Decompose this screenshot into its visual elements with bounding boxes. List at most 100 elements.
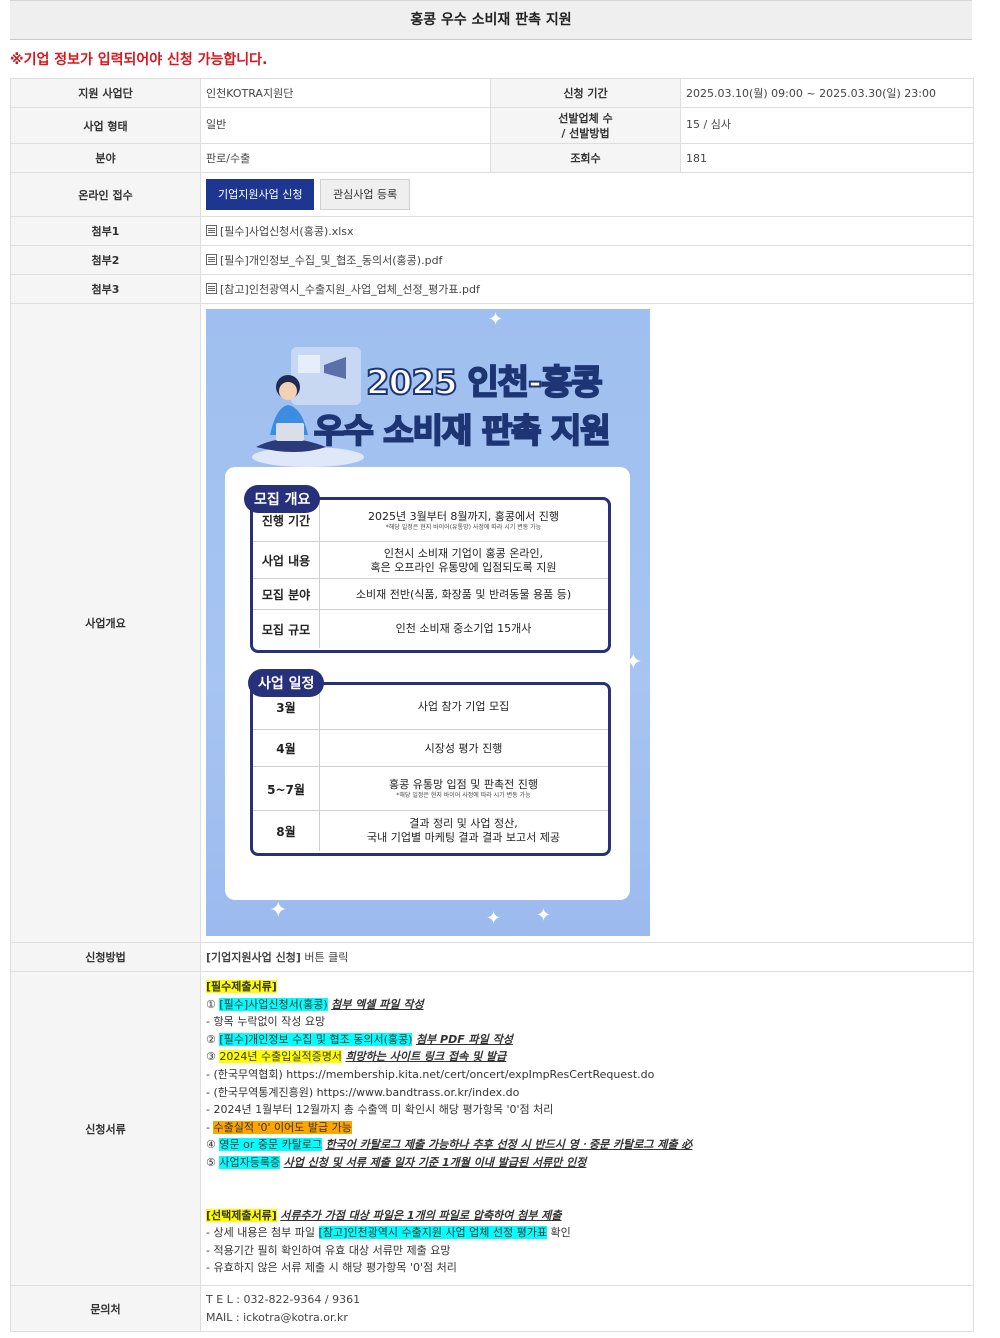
method-text: 버튼 클릭 xyxy=(300,951,349,964)
attachment2[interactable]: [필수]개인정보_수집_및_협조_동의서(홍콩).pdf xyxy=(200,245,974,275)
doc-highlight: 사업자등록증 xyxy=(219,1155,281,1169)
doc-suffix: 확인 xyxy=(547,1226,571,1240)
overview-cell: ✦ ✦ ✦ ✦ ✦ 2025 인천-홍콩 우수 소비재 판촉 지원 진행 기간 … xyxy=(200,303,974,943)
sparkle-icon: ✦ xyxy=(486,908,502,929)
schedule-text: 사업 참가 기업 모집 xyxy=(417,700,510,713)
schedule-note: *해당 일정은 현지 바이어 사정에 따라 시기 변동 가능 xyxy=(396,792,531,799)
schedule-row-label: 8월 xyxy=(253,811,320,851)
select-label-line1: 선발업체 수 xyxy=(558,111,613,125)
required-docs-title: [필수제출서류] xyxy=(206,980,277,993)
attachment3-link[interactable]: [참고]인천광역시_수출지원_사업_업체_선정_평가표.pdf xyxy=(220,283,480,296)
doc-num: ④ xyxy=(206,1138,220,1152)
recruit-content-line2: 혹은 오프라인 유통망에 입점되도록 지원 xyxy=(370,560,557,574)
doc-line: - (한국무역협회) https://membership.kita.net/c… xyxy=(206,1067,655,1081)
recruit-row-value: 인천 소비재 중소기업 15개사 xyxy=(319,610,608,648)
attachment1[interactable]: [필수]사업신청서(홍콩).xlsx xyxy=(200,216,974,246)
doc-highlight: 2024년 수출입실적증명서 xyxy=(219,1050,342,1064)
doc-emphasis: 사업 신청 및 서류 제출 일자 기준 1개월 이내 발급된 서류만 인정 xyxy=(283,1155,587,1169)
sparkle-icon: ✦ xyxy=(536,905,552,926)
attachment2-link[interactable]: [필수]개인정보_수집_및_협조_동의서(홍콩).pdf xyxy=(220,254,442,267)
interest-button[interactable]: 관심사업 등록 xyxy=(319,179,411,210)
recruit-field-text: 소비재 전반(식품, 화장품 및 반려동물 용품 등) xyxy=(355,587,572,601)
poster-card: 진행 기간 2025년 3월부터 8월까지, 홍콩에서 진행 *해당 일정은 현지… xyxy=(225,467,630,900)
doc-highlight: 수출실적 '0' 이어도 발급 가능 xyxy=(213,1120,352,1134)
views-label: 조회수 xyxy=(490,143,681,173)
org-value: 인천KOTRA지원단 xyxy=(200,78,491,108)
schedule-row: 4월 시장성 평가 진행 xyxy=(253,729,608,767)
select-value: 15 / 심사 xyxy=(680,107,974,144)
doc-emphasis: 희망하는 사이트 링크 접속 및 발급 xyxy=(345,1050,507,1064)
page-title: 홍콩 우수 소비재 판촉 지원 xyxy=(10,0,972,40)
field-value: 판로/수출 xyxy=(200,143,491,173)
type-value: 일반 xyxy=(200,107,491,144)
method-value: [기업지원사업 신청] 버튼 클릭 xyxy=(200,942,974,972)
doc-emphasis: 한국어 카탈로그 제출 가능하나 추후 선정 시 반드시 영ㆍ중문 카탈로그 제… xyxy=(325,1138,693,1152)
optional-docs-header: [선택제출서류] 서류추가 가점 대상 파일은 1개의 파일로 압축하여 첨부 … xyxy=(206,1207,968,1225)
period-value: 2025.03.10(월) 09:00 ~ 2025.03.30(일) 23:0… xyxy=(680,78,974,108)
schedule-row-value: 홍콩 유통망 입점 및 판촉전 진행 *해당 일정은 현지 바이어 사정에 따라 … xyxy=(319,767,608,811)
sparkle-icon: ✦ xyxy=(488,309,504,330)
recruit-row: 모집 규모 인천 소비재 중소기업 15개사 xyxy=(253,609,608,648)
doc-line: ① [필수]사업신청서(홍콩) 첨부 엑셀 파일 작성 xyxy=(206,996,968,1014)
schedule-row-label: 4월 xyxy=(253,730,320,767)
doc-emphasis: 서류추가 가점 대상 파일은 1개의 파일로 압축하여 첨부 제출 xyxy=(280,1208,562,1222)
recruit-period-note: *해당 일정은 현지 바이어(유통망) 사정에 따라 시기 변동 가능 xyxy=(385,523,542,531)
schedule-row-label: 5~7월 xyxy=(253,767,320,811)
attachment1-link[interactable]: [필수]사업신청서(홍콩).xlsx xyxy=(220,225,354,238)
schedule-text-line2: 국내 기업별 마케팅 결과 결과 보고서 제공 xyxy=(366,831,561,844)
recruit-row-value: 인천시 소비재 기업이 홍콩 온라인, 혹은 오프라인 유통망에 입점되도록 지원 xyxy=(319,542,608,579)
select-label: 선발업체 수 / 선발방법 xyxy=(490,107,681,144)
contact-value: T E L : 032-822-9364 / 9361 MAIL : ickot… xyxy=(200,1285,974,1332)
field-label: 분야 xyxy=(10,143,201,173)
page: 홍콩 우수 소비재 판촉 지원 ※기업 정보가 입력되어야 신청 가능합니다. … xyxy=(10,0,974,1332)
select-label-line2: / 선발방법 xyxy=(561,126,610,140)
online-label: 온라인 접수 xyxy=(10,172,201,217)
recruit-overview-tag: 모집 개요 xyxy=(244,485,321,513)
doc-prefix: - 상세 내용은 첨부 파일 xyxy=(206,1226,319,1240)
type-label: 사업 형태 xyxy=(10,107,201,144)
contact-mail[interactable]: MAIL : ickotra@kotra.or.kr xyxy=(206,1309,968,1327)
doc-emphasis: 첨부 엑셀 파일 작성 xyxy=(331,997,424,1011)
schedule-row-value: 결과 정리 및 사업 정산, 국내 기업별 마케팅 결과 결과 보고서 제공 xyxy=(319,811,608,851)
info-table: 지원 사업단 인천KOTRA지원단 신청 기간 2025.03.10(월) 09… xyxy=(10,78,974,1332)
recruit-row-label: 모집 분야 xyxy=(253,579,320,610)
recruit-overview-box: 진행 기간 2025년 3월부터 8월까지, 홍콩에서 진행 *해당 일정은 현지… xyxy=(250,497,611,653)
schedule-row: 8월 결과 정리 및 사업 정산, 국내 기업별 마케팅 결과 결과 보고서 제공 xyxy=(253,810,608,851)
doc-highlight: [참고]인천광역시 수출지원 사업 업체 선정 평가표 xyxy=(318,1226,548,1240)
schedule-text: 홍콩 유통망 입점 및 판촉전 진행 xyxy=(388,778,539,791)
recruit-scale-text: 인천 소비재 중소기업 15개사 xyxy=(395,622,532,635)
method-label: 신청방법 xyxy=(10,942,201,972)
attachment2-label: 첨부2 xyxy=(10,245,201,275)
doc-line: ③ 2024년 수출입실적증명서 희망하는 사이트 링크 접속 및 발급 xyxy=(206,1048,968,1066)
schedule-tag: 사업 일정 xyxy=(248,669,325,697)
file-icon xyxy=(206,283,217,294)
doc-num: ⑤ xyxy=(206,1155,220,1169)
attachment3[interactable]: [참고]인천광역시_수출지원_사업_업체_선정_평가표.pdf xyxy=(200,274,974,304)
docs-content: [필수제출서류] ① [필수]사업신청서(홍콩) 첨부 엑셀 파일 작성 - 항… xyxy=(200,971,974,1286)
method-bold: [기업지원사업 신청] xyxy=(206,951,301,964)
file-icon xyxy=(206,254,217,265)
schedule-row: 5~7월 홍콩 유통망 입점 및 판촉전 진행 *해당 일정은 현지 바이어 사정… xyxy=(253,766,608,811)
org-label: 지원 사업단 xyxy=(10,78,201,108)
schedule-row-value: 시장성 평가 진행 xyxy=(319,730,608,767)
doc-line: - 적용기간 필히 확인하여 유효 대상 서류만 제출 요망 xyxy=(206,1243,451,1257)
doc-emphasis: 첨부 PDF 파일 작성 xyxy=(415,1032,513,1046)
doc-num: ② xyxy=(206,1032,220,1046)
doc-line: ④ 영문 or 중문 카탈로그 한국어 카탈로그 제출 가능하나 추후 선정 시… xyxy=(206,1136,968,1154)
doc-line: ⑤ 사업자등록증 사업 신청 및 서류 제출 일자 기준 1개월 이내 발급된 … xyxy=(206,1154,968,1172)
recruit-row-value: 소비재 전반(식품, 화장품 및 반려동물 용품 등) xyxy=(319,579,608,610)
recruit-row-label: 사업 내용 xyxy=(253,542,320,579)
apply-button[interactable]: 기업지원사업 신청 xyxy=(206,179,315,210)
period-label: 신청 기간 xyxy=(490,78,681,108)
doc-line: - 항목 누락없이 작성 요망 xyxy=(206,1015,326,1029)
contact-label: 문의처 xyxy=(10,1285,201,1332)
overview-poster: ✦ ✦ ✦ ✦ ✦ 2025 인천-홍콩 우수 소비재 판촉 지원 진행 기간 … xyxy=(206,309,650,936)
doc-line: - 2024년 1월부터 12월까지 총 수출액 미 확인시 해당 평가항목 '… xyxy=(206,1103,554,1117)
doc-highlight: 영문 or 중문 카탈로그 xyxy=(219,1138,323,1152)
doc-num: ① xyxy=(206,997,220,1011)
online-actions: 기업지원사업 신청 관심사업 등록 xyxy=(200,172,974,217)
notice-text: ※기업 정보가 입력되어야 신청 가능합니다. xyxy=(10,52,268,68)
optional-docs-title: [선택제출서류] xyxy=(206,1208,277,1222)
doc-line: - (한국무역통계진흥원) https://www.bandtrass.or.k… xyxy=(206,1085,520,1099)
